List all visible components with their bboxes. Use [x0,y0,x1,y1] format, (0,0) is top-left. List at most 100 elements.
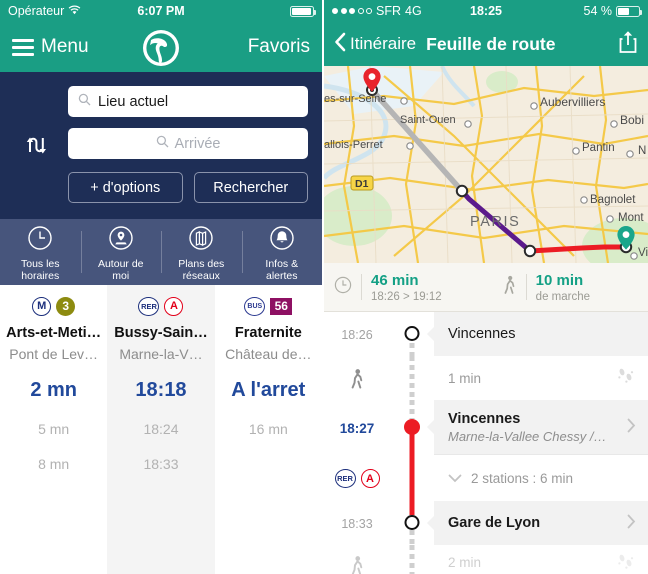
tab-infos-alertes[interactable]: Infos & alertes [241,219,323,285]
tab-plans-des-reseaux[interactable]: Plans des réseaux [161,219,242,285]
left-status-bar: Opérateur 6:07 PM [0,0,322,22]
menu-label: Menu [41,36,89,57]
location-pin-icon [108,225,134,256]
tab-label-line2: horaires [21,269,60,282]
walk-label: de marche [535,290,591,303]
line-badge: A [164,296,184,316]
footsteps-icon [616,367,636,389]
walk-step-duration: 2 min [448,555,482,570]
walk-step-duration: 1 min [448,370,482,386]
network-label: 4G [405,4,422,18]
back-button[interactable]: Itinéraire [334,32,416,57]
favorite-card[interactable]: RER A Bussy-Sain… Marne-la-V… 18:18 18:2… [107,285,215,574]
tab-label-line2: moi [112,269,130,282]
step-body[interactable]: 2 stations : 6 min [434,454,648,501]
svg-text:Saint-Ouen: Saint-Ouen [400,114,456,126]
favorites-carousel[interactable]: M 3 Arts-et-Meti… Pont de Lev… 2 mn 5 mn… [0,285,322,574]
favorite-stop-name: Fraternite [234,325,302,341]
origin-value: Lieu actuel [98,93,169,110]
step-body[interactable]: Vincennes [427,312,648,356]
mode-badge-metro: M [32,296,52,316]
favorite-next-departure: 2 mn [30,379,77,401]
step-body[interactable]: 2 min [434,545,648,574]
walking-icon [324,356,390,400]
step-track [390,545,434,574]
chevron-down-icon[interactable] [448,470,462,487]
step-time: 18:33 [341,517,373,531]
step-row-stop[interactable]: 18:27 Vincennes Marne-la-Vallee Chessy /… [324,400,648,454]
battery-icon [290,5,316,17]
tab-tous-les-horaires[interactable]: Tous les horaires [0,219,81,285]
ride-stations-summary: 2 stations : 6 min [471,470,574,486]
tab-label-line1: Tous les [20,258,60,270]
svg-text:Mont: Mont [618,212,644,224]
mode-badge-bus: BUS [244,296,266,316]
step-time: 18:27 [339,420,375,436]
stop-marker-ring [404,515,420,530]
total-duration: 46 min [371,271,419,289]
right-navbar: Itinéraire Feuille de route [324,22,648,66]
stop-marker-ring [404,326,420,341]
tab-label-line2: réseaux [182,269,220,282]
origin-input[interactable]: Lieu actuel [68,86,308,117]
map-icon [188,225,214,256]
duration-cell: 46 min 18:26 > 19:12 [324,272,452,303]
svg-text:Pantin: Pantin [582,142,615,154]
step-row-stop[interactable]: 18:33 Gare de Lyon [324,501,648,545]
tab-label-line2: alertes [265,269,298,282]
line-badge: 56 [270,297,293,315]
clock-icon [334,276,352,299]
swap-arrows-icon[interactable] [14,86,58,203]
step-direction: Marne-la-Vallee Chessy /… [448,428,607,444]
carrier-label: SFR [376,4,401,18]
right-status-bar: SFR 4G 18:25 54 % [324,0,648,22]
share-button[interactable] [618,30,638,59]
search-icon [156,135,169,152]
favorite-upcoming-1: 5 mn [38,421,70,437]
svg-text:Bagnolet: Bagnolet [590,194,636,206]
walk-duration: 10 min [535,271,584,289]
step-body[interactable]: Vincennes Marne-la-Vallee Chessy /… [427,400,648,454]
search-icon [78,93,91,110]
route-map[interactable]: es-sur-Seine Saint-Ouen allois-Perret Au… [324,66,648,263]
step-track [390,356,434,400]
favorite-upcoming-2: 8 mn [38,456,70,472]
step-row-walk-partial[interactable]: 2 min [324,545,648,574]
carrier-label: Opérateur [8,4,65,18]
step-row-stop[interactable]: 18:26 Vincennes [324,312,648,356]
tab-autour-de-moi[interactable]: Autour de moi [80,219,162,285]
destination-placeholder: Arrivée [174,135,221,152]
favorite-card[interactable]: BUS 56 Fraternite Château de… A l'arret … [215,285,322,574]
wifi-icon [68,4,81,18]
step-track [390,454,434,501]
left-navbar: Menu Favoris [0,22,322,72]
favorite-stop-name: Arts-et-Meti… [6,325,102,341]
search-button[interactable]: Rechercher [193,172,308,203]
svg-text:Vincen: Vincen [638,247,648,259]
callout-notch [427,516,434,530]
favorite-card[interactable]: M 3 Arts-et-Meti… Pont de Lev… 2 mn 5 mn… [0,285,107,574]
more-options-button[interactable]: + d'options [68,172,183,203]
walking-icon [324,545,390,574]
step-row-walk[interactable]: 1 min [324,356,648,400]
signal-dots-icon [332,8,372,14]
menu-button[interactable]: Menu [12,36,89,58]
mode-badge-rer: RER [138,296,160,316]
svg-text:Bobi: Bobi [620,113,644,127]
page-title: Feuille de route [426,33,556,54]
step-body[interactable]: 1 min [434,356,648,400]
chevron-right-icon[interactable] [627,514,636,533]
line-badges: BUS 56 [244,296,293,316]
step-stop-name: Gare de Lyon [448,515,541,531]
footsteps-icon [616,553,636,574]
chevron-right-icon[interactable] [627,418,636,437]
svg-text:Aubervilliers: Aubervilliers [540,95,605,109]
search-panel: Lieu actuel Arrivée + d'options Recherch… [0,72,322,219]
stop-marker-red-dot [404,419,420,435]
favoris-button[interactable]: Favoris [248,36,310,58]
itinerary-steps-list[interactable]: 18:26 Vincennes 1 min 18:27 Vincennes Ma… [324,312,648,574]
destination-input[interactable]: Arrivée [68,128,308,159]
favorite-next-departure: 18:18 [135,379,187,401]
step-body[interactable]: Gare de Lyon [427,501,648,545]
step-row-ride[interactable]: RER A 2 stations : 6 min [324,454,648,501]
